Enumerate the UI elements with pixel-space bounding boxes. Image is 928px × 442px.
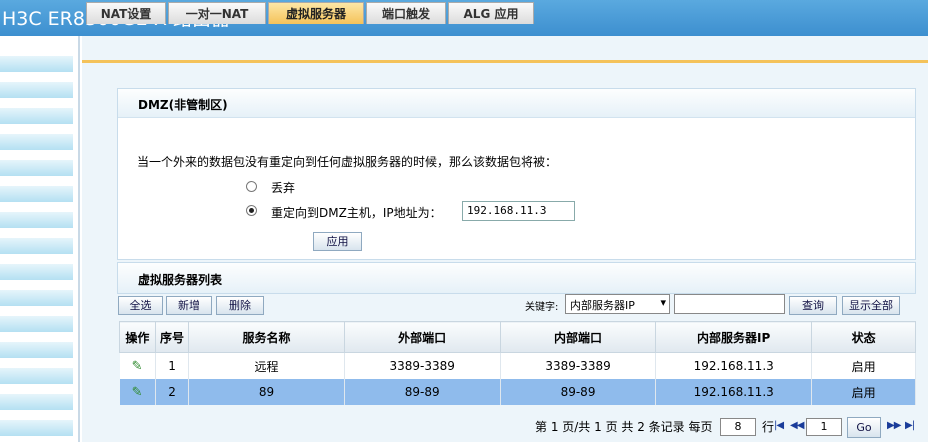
sidebar bbox=[0, 36, 73, 442]
sidebar-item[interactable] bbox=[0, 420, 73, 436]
sidebar-item[interactable] bbox=[0, 82, 73, 98]
col-index: 序号 bbox=[154, 321, 190, 353]
edit-icon[interactable]: ✎ bbox=[130, 385, 144, 400]
col-name: 服务名称 bbox=[188, 321, 345, 353]
server-ip-cell: 192.168.11.3 bbox=[655, 352, 813, 379]
ext-port-cell: 3389-3389 bbox=[344, 352, 501, 379]
delete-button[interactable]: 删除 bbox=[216, 296, 264, 315]
tabbar-underline bbox=[82, 60, 928, 63]
redirect-radio[interactable] bbox=[246, 205, 257, 216]
int-port-cell: 89-89 bbox=[500, 379, 657, 405]
sidebar-item[interactable] bbox=[0, 290, 73, 306]
add-button[interactable]: 新增 bbox=[166, 296, 212, 315]
dmz-ip-input[interactable]: 192.168.11.3 bbox=[462, 201, 575, 221]
sidebar-item[interactable] bbox=[0, 316, 73, 332]
list-title: 虚拟服务器列表 bbox=[138, 273, 223, 287]
tab-one-to-one-nat[interactable]: 一对一NAT bbox=[168, 2, 266, 24]
index-cell: 2 bbox=[155, 379, 190, 405]
ext-port-cell: 89-89 bbox=[344, 379, 501, 405]
dmz-panel-header: DMZ(非管制区) bbox=[118, 89, 915, 118]
keyword-label: 关键字: bbox=[525, 302, 559, 313]
action-cell: ✎ bbox=[119, 352, 156, 379]
tab-alg[interactable]: ALG 应用 bbox=[448, 2, 534, 24]
index-cell: 1 bbox=[155, 352, 190, 379]
chevron-down-icon: ▾ bbox=[660, 296, 666, 309]
name-cell: 89 bbox=[188, 379, 345, 405]
select-all-button[interactable]: 全选 bbox=[118, 296, 163, 315]
tab-virtual-server[interactable]: 虚拟服务器 bbox=[268, 2, 364, 24]
sidebar-item[interactable] bbox=[0, 264, 73, 280]
action-cell: ✎ bbox=[119, 379, 156, 405]
pager-summary: 第 1 页/共 1 页 共 2 条记录 每页 bbox=[535, 420, 713, 434]
list-panel-header: 虚拟服务器列表 bbox=[117, 262, 916, 294]
server-ip-cell: 192.168.11.3 bbox=[655, 379, 813, 405]
sidebar-item[interactable] bbox=[0, 160, 73, 176]
keyword-field-select[interactable]: 内部服务器IP ▾ bbox=[565, 294, 670, 314]
sidebar-divider bbox=[78, 36, 80, 442]
last-page-icon[interactable]: ▶| bbox=[905, 420, 915, 431]
sidebar-item[interactable] bbox=[0, 394, 73, 410]
tab-port-trigger[interactable]: 端口触发 bbox=[366, 2, 446, 24]
int-port-cell: 3389-3389 bbox=[500, 352, 657, 379]
sidebar-item[interactable] bbox=[0, 212, 73, 228]
redirect-label: 重定向到DMZ主机，IP地址为： bbox=[271, 206, 442, 220]
edit-icon[interactable]: ✎ bbox=[130, 359, 144, 374]
keyword-field-value: 内部服务器IP bbox=[570, 299, 635, 312]
dmz-description: 当一个外来的数据包没有重定向到任何虚拟服务器的时候，那么该数据包将被： bbox=[137, 155, 558, 169]
dmz-title: DMZ(非管制区) bbox=[138, 98, 228, 112]
per-page-input[interactable]: 8 bbox=[720, 418, 756, 436]
query-button[interactable]: 查询 bbox=[789, 296, 837, 315]
rows-label: 行 bbox=[762, 420, 775, 434]
go-button[interactable]: Go bbox=[847, 417, 881, 438]
col-action: 操作 bbox=[119, 321, 156, 353]
tab-nat-settings[interactable]: NAT设置 bbox=[86, 2, 166, 24]
drop-label: 丢弃 bbox=[271, 181, 296, 195]
page-input[interactable]: 1 bbox=[806, 418, 842, 436]
dmz-panel: DMZ(非管制区) bbox=[117, 88, 916, 260]
sidebar-item[interactable] bbox=[0, 186, 73, 202]
sidebar-item[interactable] bbox=[0, 134, 73, 150]
sidebar-item[interactable] bbox=[0, 368, 73, 384]
status-cell: 启用 bbox=[811, 379, 916, 405]
status-cell: 启用 bbox=[811, 352, 916, 379]
col-server-ip: 内部服务器IP bbox=[655, 321, 813, 353]
name-cell: 远程 bbox=[188, 352, 345, 379]
table-row[interactable]: ✎ 1 远程 3389-3389 3389-3389 192.168.11.3 … bbox=[119, 352, 916, 379]
drop-radio[interactable] bbox=[246, 181, 257, 192]
keyword-input[interactable] bbox=[674, 294, 785, 314]
sidebar-item[interactable] bbox=[0, 108, 73, 124]
table-row[interactable]: ✎ 2 89 89-89 89-89 192.168.11.3 启用 bbox=[119, 379, 916, 405]
next-page-icon[interactable]: ▶▶ bbox=[887, 420, 901, 431]
first-page-icon[interactable]: |◀ bbox=[774, 420, 784, 431]
table-header-row: 操作 序号 服务名称 外部端口 内部端口 内部服务器IP 状态 bbox=[119, 321, 916, 353]
sidebar-item[interactable] bbox=[0, 56, 73, 72]
sidebar-item[interactable] bbox=[0, 238, 73, 254]
apply-button[interactable]: 应用 bbox=[313, 232, 362, 251]
col-ext-port: 外部端口 bbox=[343, 321, 501, 353]
sidebar-item[interactable] bbox=[0, 342, 73, 358]
virtual-server-table: 操作 序号 服务名称 外部端口 内部端口 内部服务器IP 状态 ✎ 1 远程 3… bbox=[119, 321, 916, 405]
prev-page-icon[interactable]: ◀◀ bbox=[790, 420, 804, 431]
col-status: 状态 bbox=[811, 321, 916, 353]
col-int-port: 内部端口 bbox=[499, 321, 657, 353]
show-all-button[interactable]: 显示全部 bbox=[842, 296, 900, 315]
